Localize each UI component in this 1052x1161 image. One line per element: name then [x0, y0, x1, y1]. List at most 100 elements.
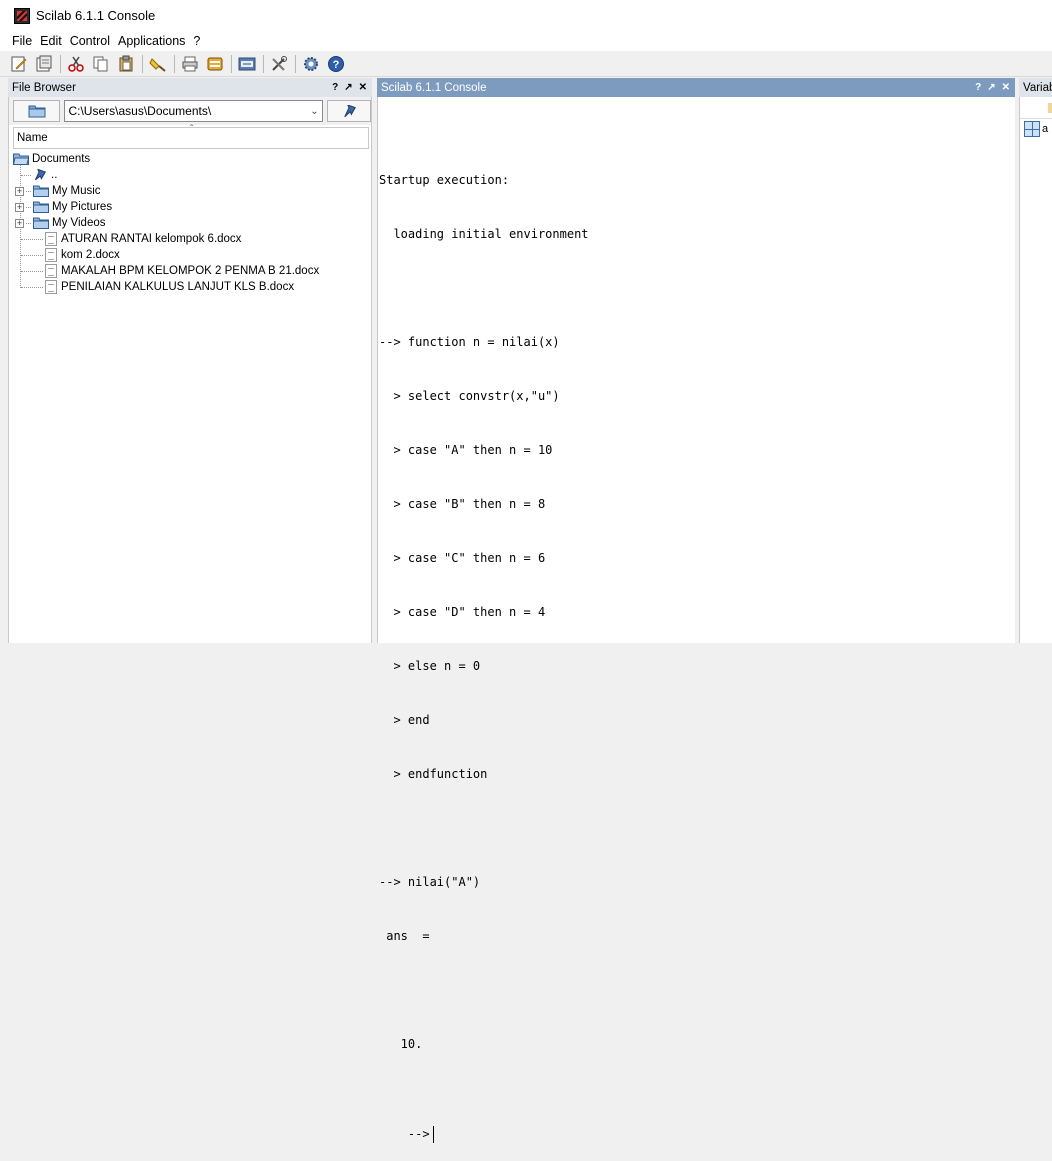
folder-icon — [33, 201, 49, 213]
file-browser-panel: C:\Users\asus\Documents\ ⌄ ˆ Name Docume… — [8, 97, 372, 643]
open-file-icon[interactable] — [33, 53, 55, 75]
folder-open-icon — [13, 153, 29, 165]
parent-folder-icon — [34, 169, 47, 181]
help-icon[interactable]: ? — [975, 82, 981, 93]
file-browser-header[interactable]: File Browser ? ↗ ✕ — [8, 78, 372, 97]
variable-row[interactable]: a — [1024, 121, 1048, 137]
tree-folder-my-videos[interactable]: + My Videos — [13, 215, 369, 231]
close-icon[interactable]: ✕ — [1002, 82, 1010, 93]
matrix-icon — [1024, 121, 1040, 137]
tree-item-label: PENILAIAN KALKULUS LANJUT KLS B.docx — [61, 281, 295, 293]
help-icon[interactable]: ? — [332, 82, 338, 93]
close-icon[interactable]: ✕ — [359, 82, 367, 93]
path-value: C:\Users\asus\Documents\ — [68, 104, 212, 118]
menu-bar: File Edit Control Applications ? — [0, 31, 1052, 51]
file-tree: Documents .. + My Music + My Pictures + … — [13, 151, 369, 295]
variable-browser-header[interactable]: Variab — [1019, 78, 1052, 97]
cut-icon[interactable] — [65, 53, 87, 75]
menu-help[interactable]: ? — [189, 34, 204, 48]
menu-file[interactable]: File — [8, 34, 36, 48]
toolbar-separator — [295, 54, 296, 73]
tree-root-documents[interactable]: Documents — [13, 151, 369, 167]
variable-name: a — [1042, 123, 1049, 135]
title-bar: Scilab 6.1.1 Console — [0, 0, 1052, 31]
console-line: > end — [379, 713, 430, 727]
console-line: ans = — [379, 929, 430, 943]
folder-icon — [33, 185, 49, 197]
console-line: --> nilai("A") — [379, 875, 481, 889]
scilab-app-icon — [14, 7, 30, 24]
name-column-header[interactable]: ˆ Name — [13, 124, 369, 149]
variable-browser-title: Variab — [1023, 81, 1052, 94]
tree-item-parent[interactable]: .. — [13, 167, 369, 183]
expand-icon[interactable]: + — [15, 186, 24, 196]
scinotes-icon[interactable] — [236, 53, 258, 75]
print-icon[interactable] — [179, 53, 201, 75]
toolbar-separator — [231, 54, 232, 73]
window-title: Scilab 6.1.1 Console — [36, 8, 156, 23]
toolbar-separator — [263, 54, 264, 73]
page-setup-icon[interactable] — [204, 53, 226, 75]
tree-item-label: Documents — [32, 153, 91, 165]
preferences-icon[interactable] — [300, 53, 322, 75]
console-line: > case "A" then n = 10 — [379, 443, 553, 457]
path-combobox[interactable]: C:\Users\asus\Documents\ ⌄ — [64, 100, 324, 122]
menu-edit[interactable]: Edit — [36, 34, 66, 48]
console-input-line[interactable]: --> — [408, 1125, 434, 1143]
document-icon — [45, 264, 57, 278]
console-line: --> function n = nilai(x) — [379, 335, 560, 349]
variable-browser-column-header[interactable] — [1020, 97, 1052, 119]
expand-icon[interactable]: + — [15, 218, 24, 228]
toolbar-separator — [142, 54, 143, 73]
tree-item-label: My Music — [52, 185, 101, 197]
expand-icon[interactable]: + — [15, 202, 24, 212]
text-cursor — [432, 1125, 434, 1143]
menu-applications[interactable]: Applications — [114, 34, 189, 48]
console-lines: Startup execution: loading initial envir… — [379, 135, 589, 1161]
console-line: Startup execution: — [379, 173, 510, 187]
tree-folder-my-pictures[interactable]: + My Pictures — [13, 199, 369, 215]
module-manager-icon[interactable] — [268, 53, 290, 75]
tree-file[interactable]: ATURAN RANTAI kelompok 6.docx — [13, 231, 369, 247]
console-line: > else n = 0 — [379, 659, 481, 673]
menu-control[interactable]: Control — [66, 34, 114, 48]
clear-console-icon[interactable] — [147, 53, 169, 75]
svg-text:?: ? — [333, 59, 340, 71]
console-header[interactable]: Scilab 6.1.1 Console ? ↗ ✕ — [377, 78, 1015, 97]
variable-browser-panel: a — [1019, 97, 1052, 643]
console-line: > case "C" then n = 6 — [379, 551, 546, 565]
undock-icon[interactable]: ↗ — [987, 82, 995, 93]
paste-icon[interactable] — [115, 53, 137, 75]
tree-file[interactable]: MAKALAH BPM KELOMPOK 2 PENMA B 21.docx — [13, 263, 369, 279]
console-line: > case "D" then n = 4 — [379, 605, 546, 619]
console-line: > case "B" then n = 8 — [379, 497, 546, 511]
tree-item-label: My Pictures — [52, 201, 113, 213]
help-icon[interactable]: ? — [325, 53, 347, 75]
go-to-directory-button[interactable] — [327, 100, 371, 122]
copy-icon[interactable] — [90, 53, 112, 75]
console-output[interactable]: Startup execution: loading initial envir… — [377, 97, 1015, 1143]
chevron-down-icon[interactable]: ⌄ — [306, 106, 322, 117]
document-icon — [45, 232, 57, 246]
console-line: loading initial environment — [379, 227, 589, 241]
undock-icon[interactable]: ↗ — [344, 82, 352, 93]
tree-item-label: .. — [51, 169, 58, 181]
tree-item-label: My Videos — [52, 217, 106, 229]
tree-file[interactable]: PENILAIAN KALKULUS LANJUT KLS B.docx — [13, 279, 369, 295]
console-title: Scilab 6.1.1 Console — [381, 81, 487, 94]
tree-item-label: ATURAN RANTAI kelompok 6.docx — [61, 233, 242, 245]
new-script-icon[interactable] — [8, 53, 30, 75]
tree-item-label: MAKALAH BPM KELOMPOK 2 PENMA B 21.docx — [61, 265, 320, 277]
tree-file[interactable]: kom 2.docx — [13, 247, 369, 263]
browse-folder-button[interactable] — [13, 100, 61, 122]
toolbar-separator — [60, 54, 61, 73]
sort-caret-icon: ˆ — [190, 124, 194, 135]
tree-folder-my-music[interactable]: + My Music — [13, 183, 369, 199]
console-line: 10. — [379, 1037, 423, 1051]
name-column-label: Name — [17, 132, 48, 144]
tree-item-label: kom 2.docx — [61, 249, 120, 261]
